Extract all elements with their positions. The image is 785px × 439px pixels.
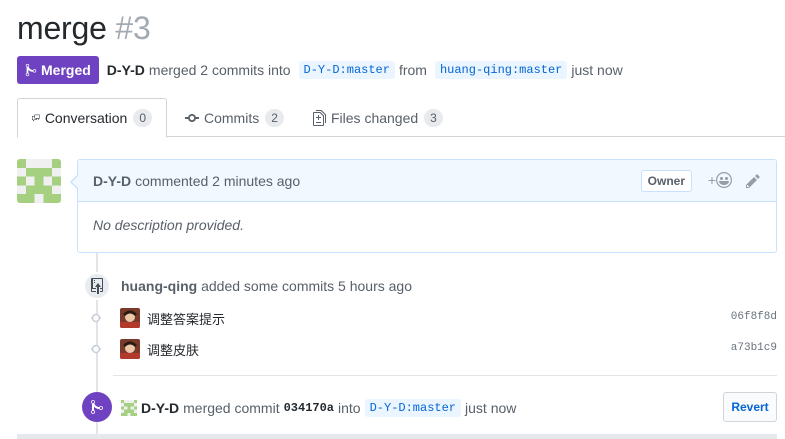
commit-row: 调整皮肤 a73b1c9 <box>88 337 777 361</box>
revert-button[interactable]: Revert <box>723 392 777 422</box>
git-merge-icon <box>25 63 37 77</box>
git-merge-icon <box>91 399 103 414</box>
merged-state-badge: Merged <box>17 56 99 84</box>
base-branch[interactable]: D-Y-D:master <box>298 61 395 79</box>
merge-target-branch[interactable]: D-Y-D:master <box>364 399 462 417</box>
commit-author-avatar[interactable] <box>120 308 140 328</box>
commit-row: 调整答案提示 06f8f8d <box>88 306 777 330</box>
tab-conversation-label: Conversation <box>44 110 128 126</box>
comment-box: D-Y-D commented 2 minutes ago Owner + No… <box>70 159 777 253</box>
timeline-divider <box>113 375 777 376</box>
add-reaction-button[interactable]: + <box>708 172 732 188</box>
push-event-text: huang-qing added some commits 5 hours ag… <box>121 278 412 294</box>
merge-action: merged commit <box>183 400 280 416</box>
push-event-badge <box>83 272 111 300</box>
edit-comment-button[interactable] <box>746 173 760 192</box>
tab-commits-label: Commits <box>204 109 260 126</box>
file-diff-icon <box>313 109 326 126</box>
pencil-icon <box>746 174 760 188</box>
avatar[interactable] <box>17 159 61 203</box>
reaction-plus: + <box>707 172 716 188</box>
commit-author-avatar[interactable] <box>120 339 140 359</box>
pr-title: merge #3 <box>17 10 151 47</box>
merge-event-badge <box>82 392 112 422</box>
tab-files-changed-count: 3 <box>424 108 443 127</box>
owner-badge: Owner <box>640 170 692 192</box>
merge-event-text: D-Y-D merged commit 034170a into D-Y-D:m… <box>121 399 516 417</box>
merge-commit-sha[interactable]: 034170a <box>284 401 334 415</box>
git-commit-icon <box>185 113 199 122</box>
smiley-icon <box>716 172 732 188</box>
comment-author[interactable]: D-Y-D <box>93 173 131 189</box>
merged-state-label: Merged <box>41 62 91 78</box>
from-text: from <box>398 62 427 78</box>
comment-body: No description provided. <box>93 217 244 233</box>
commit-sha[interactable]: a73b1c9 <box>731 342 777 354</box>
tab-files-changed[interactable]: Files changed 3 <box>299 98 457 137</box>
commit-message[interactable]: 调整皮肤 <box>147 340 199 359</box>
merge-time: just now <box>465 400 517 416</box>
tab-commits-count: 2 <box>265 108 284 127</box>
pr-meta: Merged D-Y-D merged 2 commits into D-Y-D… <box>17 56 623 84</box>
merged-text: merged 2 commits into <box>148 62 291 78</box>
merged-time: just now <box>571 62 623 78</box>
head-branch[interactable]: huang-qing:master <box>434 61 568 79</box>
commit-dot-icon <box>91 344 101 354</box>
tab-files-changed-label: Files changed <box>331 109 419 126</box>
commit-message[interactable]: 调整答案提示 <box>147 309 225 328</box>
tab-conversation[interactable]: Conversation 0 <box>17 98 167 138</box>
tab-conversation-count: 0 <box>133 109 152 127</box>
push-action: added some commits 5 hours ago <box>201 278 412 294</box>
commit-dot-icon <box>91 313 101 323</box>
repo-push-icon <box>91 278 103 294</box>
merge-author-avatar[interactable] <box>121 400 137 416</box>
comment-action[interactable]: commented 2 minutes ago <box>135 173 300 189</box>
comment-discussion-icon <box>32 114 40 122</box>
pr-tabs: Conversation 0 Commits 2 Files changed 3 <box>17 98 785 138</box>
timeline-bottom-bar <box>17 434 777 439</box>
merge-into-text: into <box>338 400 361 416</box>
tab-commits[interactable]: Commits 2 <box>171 98 298 137</box>
pr-author-link[interactable]: D-Y-D <box>107 62 145 78</box>
merge-author[interactable]: D-Y-D <box>141 400 179 416</box>
pr-number: #3 <box>115 10 151 46</box>
push-author[interactable]: huang-qing <box>121 278 197 294</box>
pr-title-text: merge <box>17 10 107 46</box>
commit-sha[interactable]: 06f8f8d <box>731 311 777 323</box>
